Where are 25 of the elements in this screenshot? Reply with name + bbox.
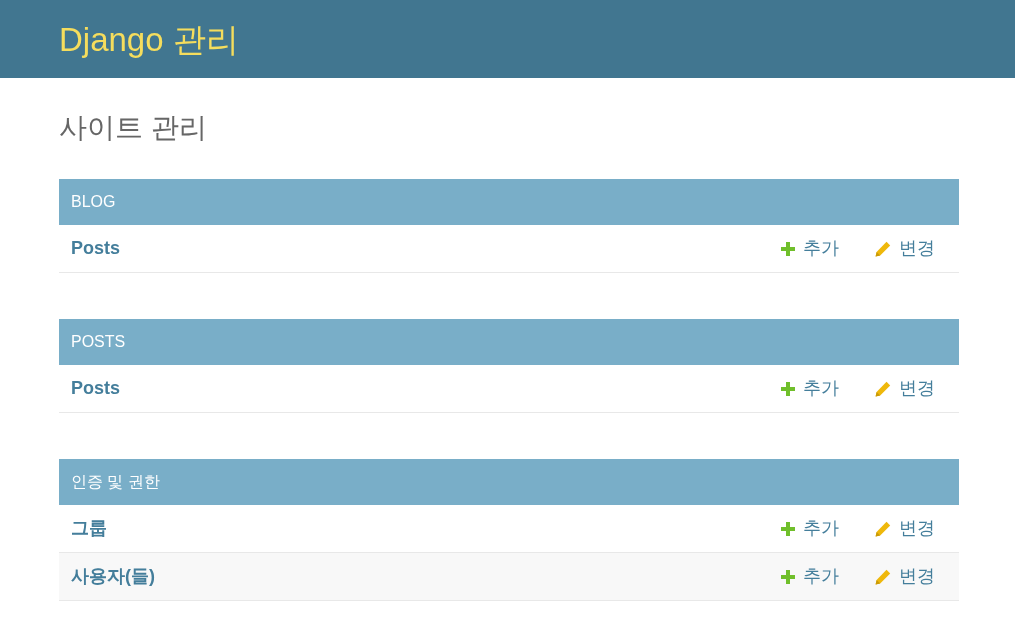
model-link[interactable]: Posts [71,375,121,402]
add-link[interactable]: 추가 [781,235,839,262]
change-link[interactable]: 변경 [875,515,935,542]
module-caption: BLOG [59,179,959,225]
plus-icon [781,241,795,256]
model-link[interactable]: 사용자(들) [71,563,155,590]
page-heading: 사이트 관리 [59,111,208,145]
add-link[interactable]: 추가 [781,563,839,590]
plus-icon [781,521,795,536]
pencil-icon [875,240,891,257]
site-title[interactable]: Django 관리 [59,22,239,56]
model-link[interactable]: Posts [71,235,121,262]
model-link[interactable]: 그룹 [71,515,107,542]
module-caption: POSTS [59,319,959,365]
change-link[interactable]: 변경 [875,235,935,262]
change-link[interactable]: 변경 [875,375,935,402]
add-link[interactable]: 추가 [781,515,839,542]
change-link[interactable]: 변경 [875,563,935,590]
module-caption: 인증 및 권한 [59,459,959,505]
plus-icon [781,381,795,396]
add-link[interactable]: 추가 [781,375,839,402]
pencil-icon [875,568,891,585]
plus-icon [781,569,795,584]
pencil-icon [875,380,891,397]
pencil-icon [875,520,891,537]
